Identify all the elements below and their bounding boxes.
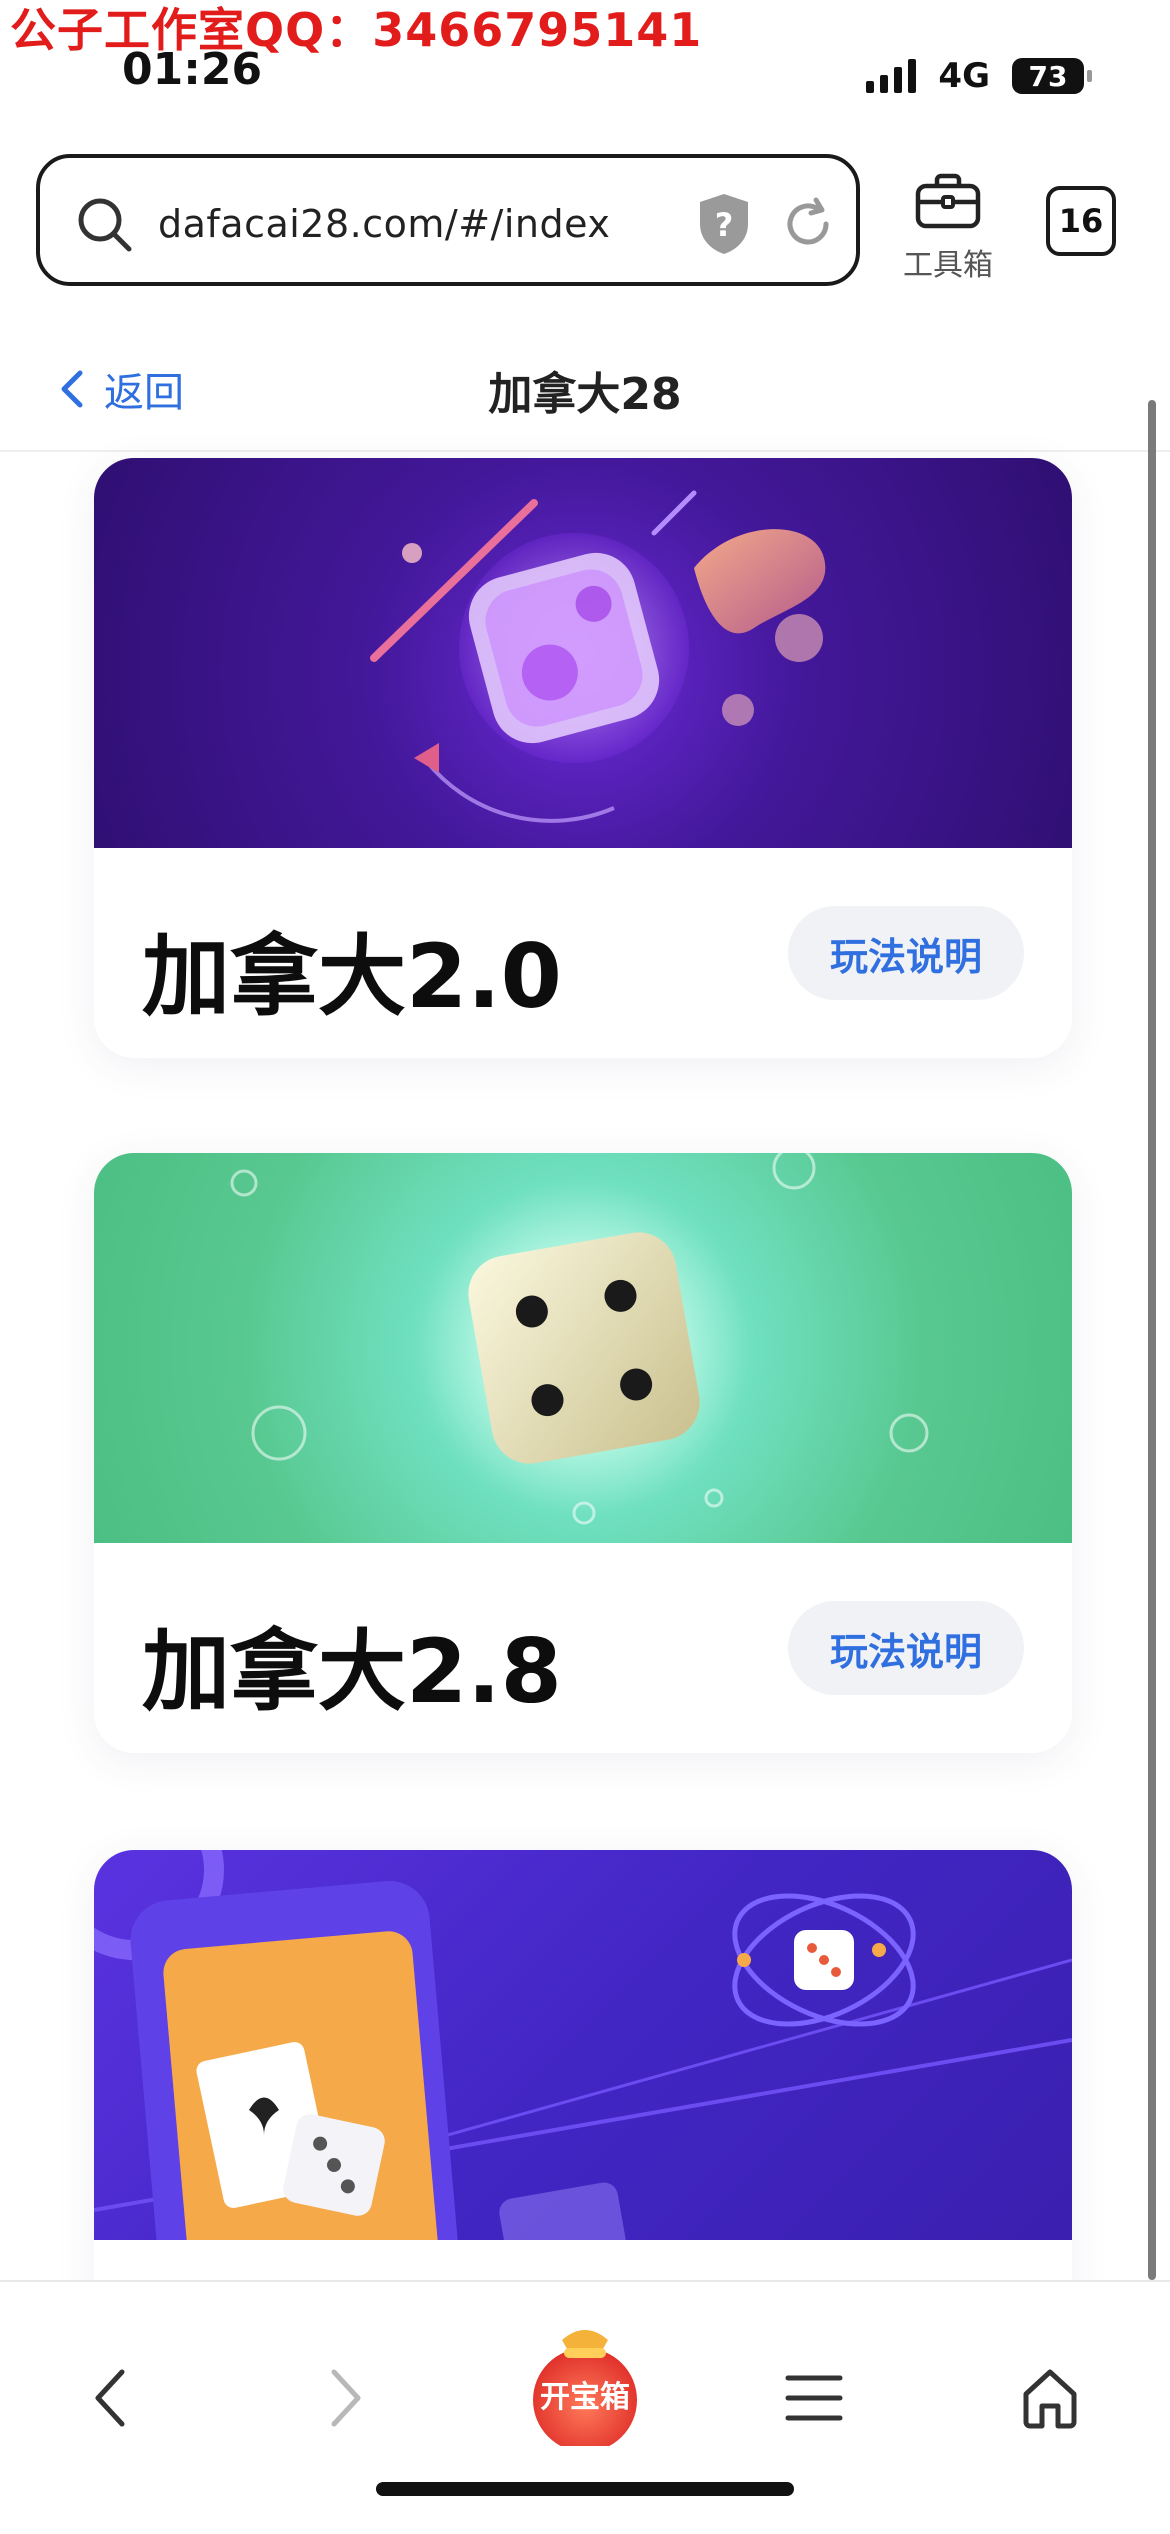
status-indicators: 4G 73 <box>866 56 1092 96</box>
home-icon <box>1023 2369 1077 2429</box>
page-header: 返回 加拿大28 <box>0 330 1170 452</box>
home-indicator[interactable] <box>376 2482 794 2496</box>
treasure-box-button[interactable]: 开宝箱 <box>524 2316 646 2452</box>
page-title: 加拿大28 <box>488 369 682 420</box>
home-button[interactable] <box>1000 2348 1100 2448</box>
forward-nav-button[interactable] <box>296 2348 396 2448</box>
watermark-text: 公子工作室QQ：3466795141 <box>10 3 703 57</box>
treasure-label: 开宝箱 <box>540 2380 630 2415</box>
tab-count-button[interactable]: 16 <box>1046 186 1116 256</box>
search-icon <box>78 198 132 252</box>
rules-button[interactable]: 玩法说明 <box>788 906 1024 1000</box>
cards-dice-illustration <box>94 1850 1072 2240</box>
menu-icon <box>785 2375 843 2421</box>
toolbox-label: 工具箱 <box>903 248 993 283</box>
address-bar[interactable]: dafacai28.com/#/index ? <box>36 154 860 286</box>
chevron-left-icon <box>95 2369 125 2427</box>
url-text[interactable]: dafacai28.com/#/index <box>158 194 610 254</box>
shield-icon[interactable]: ? <box>696 192 752 256</box>
signal-icon <box>866 59 917 93</box>
game-card-1[interactable]: 加拿大2.0 玩法说明 <box>94 458 1072 1058</box>
menu-button[interactable] <box>764 2348 864 2448</box>
game-card-2[interactable]: 加拿大2.8 玩法说明 <box>94 1153 1072 1753</box>
game-title: 加拿大2.0 <box>142 925 562 1028</box>
battery-icon: 73 <box>1012 58 1092 94</box>
card-banner-image <box>94 458 1072 848</box>
dice-illustration <box>230 1153 929 1525</box>
battery-level: 73 <box>1028 59 1068 93</box>
network-type: 4G <box>938 56 990 96</box>
refresh-icon[interactable] <box>780 196 836 252</box>
toolbox-icon <box>915 173 981 229</box>
card-banner-image <box>94 1850 1072 2240</box>
scrollbar[interactable] <box>1148 400 1156 2280</box>
chevron-right-icon <box>331 2369 361 2427</box>
status-time: 01:26 <box>122 44 263 95</box>
toolbox-button[interactable]: 工具箱 <box>898 172 998 284</box>
card-body: 加拿大2.0 玩法说明 <box>94 848 1072 1058</box>
svg-text:?: ? <box>715 206 734 244</box>
rules-button[interactable]: 玩法说明 <box>788 1601 1024 1695</box>
card-body: 加拿大2.8 玩法说明 <box>94 1543 1072 1753</box>
game-title: 加拿大2.8 <box>142 1620 562 1723</box>
card-banner-image <box>94 1153 1072 1543</box>
dice-illustration <box>370 490 826 823</box>
back-nav-button[interactable] <box>60 2348 160 2448</box>
